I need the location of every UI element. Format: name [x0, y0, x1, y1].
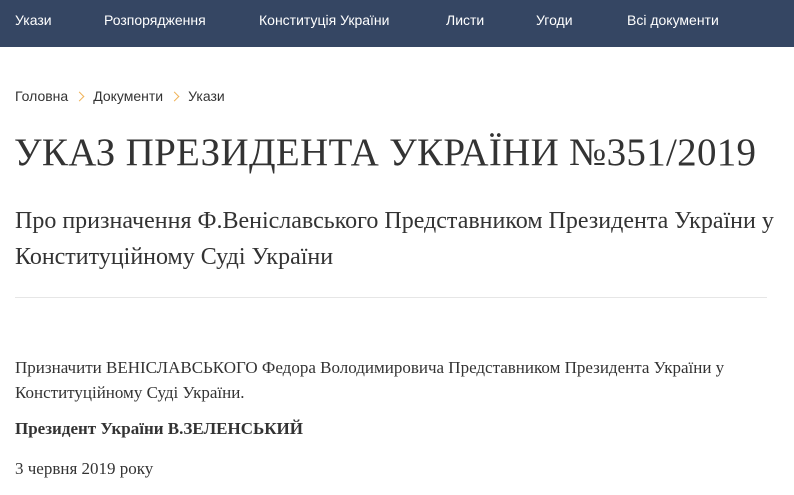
nav-item-constitution[interactable]: Конституція України	[259, 0, 389, 47]
document-body: Призначити ВЕНІСЛАВСЬКОГО Федора Володим…	[15, 358, 725, 402]
nav-item-decrees[interactable]: Укази	[15, 0, 52, 47]
chevron-right-icon	[74, 91, 85, 101]
breadcrumb-home[interactable]: Головна	[15, 88, 68, 104]
document-signature: Президент України В.ЗЕЛЕНСЬКИЙ	[15, 419, 303, 438]
nav-item-orders[interactable]: Розпорядження	[104, 0, 206, 47]
chevron-right-icon	[169, 91, 180, 101]
breadcrumb-documents[interactable]: Документи	[93, 88, 163, 104]
page-title: УКАЗ ПРЕЗИДЕНТА УКРАЇНИ №351/2019	[14, 131, 757, 174]
nav-item-agreements[interactable]: Угоди	[536, 0, 573, 47]
divider	[15, 297, 767, 298]
document-date: 3 червня 2019 року	[15, 459, 154, 478]
document-subtitle: Про призначення Ф.Веніславського Предста…	[15, 208, 774, 270]
breadcrumb: Головна Документи Укази	[15, 88, 225, 104]
breadcrumb-decrees[interactable]: Укази	[188, 88, 225, 104]
nav-item-all-documents[interactable]: Всі документи	[627, 0, 719, 47]
nav-item-letters[interactable]: Листи	[446, 0, 484, 47]
top-navigation: Укази Розпорядження Конституція України …	[0, 0, 794, 47]
